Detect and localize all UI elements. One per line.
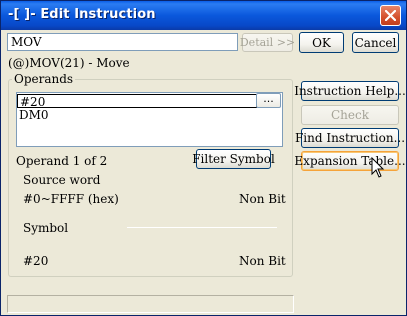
close-button[interactable]: [380, 5, 401, 26]
mouse-pointer-icon: [371, 157, 385, 178]
close-icon: [385, 10, 396, 21]
instruction-description: (@)MOV(21) - Move: [8, 56, 130, 70]
operand-counter: Operand 1 of 2: [16, 154, 108, 168]
filter-symbol-button[interactable]: Filter Symbol: [192, 149, 275, 169]
operand-item-selected[interactable]: #20: [17, 94, 257, 109]
operand-value: #20: [23, 254, 49, 268]
operand-kind: Source word: [23, 173, 101, 187]
symbol-separator: [127, 227, 277, 228]
operands-group-title: Operands: [12, 72, 76, 86]
edit-instruction-dialog: -[ ]- Edit Instruction MOV Detail >> OK …: [0, 0, 407, 316]
ok-button[interactable]: OK: [299, 32, 344, 53]
operands-list[interactable]: #20 DM0: [16, 92, 283, 147]
instruction-help-button[interactable]: Instruction Help...: [294, 81, 406, 101]
operand-item[interactable]: DM0: [17, 108, 49, 122]
operand-range: #0~FFFF (hex): [23, 192, 119, 206]
cancel-button[interactable]: Cancel: [352, 32, 399, 53]
symbol-label: Symbol: [23, 221, 69, 235]
find-instruction-button[interactable]: Find Instruction...: [295, 128, 405, 148]
instruction-input[interactable]: MOV: [7, 33, 238, 51]
operand-value-type: Non Bit: [239, 254, 286, 268]
operand-type: Non Bit: [239, 192, 286, 206]
status-bar: [7, 295, 294, 313]
filter-symbol-label: Filter Symbol: [192, 152, 275, 166]
check-button[interactable]: Check: [301, 105, 399, 125]
title-bar[interactable]: -[ ]- Edit Instruction: [1, 1, 406, 30]
window-title: -[ ]- Edit Instruction: [8, 7, 156, 22]
browse-button[interactable]: ...: [256, 93, 281, 108]
detail-button[interactable]: Detail >>: [240, 33, 295, 52]
